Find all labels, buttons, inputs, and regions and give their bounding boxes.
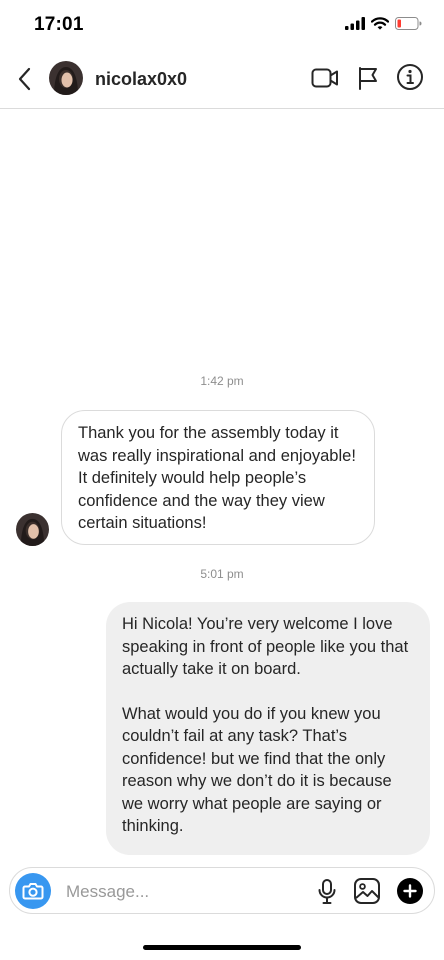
- microphone-icon[interactable]: [317, 878, 337, 906]
- info-icon[interactable]: [396, 63, 424, 91]
- battery-low-icon: [395, 17, 422, 30]
- message-timestamp: 1:42 pm: [200, 374, 244, 388]
- incoming-message-bubble[interactable]: Thank you for the assembly today it was …: [61, 410, 375, 545]
- status-icons: [345, 17, 422, 30]
- home-indicator: [143, 945, 301, 950]
- message-input[interactable]: [64, 876, 298, 908]
- camera-button[interactable]: [15, 873, 51, 909]
- status-bar: 17:01: [0, 0, 444, 50]
- message-text: Thank you for the assembly today it was …: [78, 424, 356, 532]
- message-text: What would you do if you knew you couldn…: [122, 704, 392, 836]
- outgoing-message-bubble[interactable]: Hi Nicola! You’re very welcome I love sp…: [106, 602, 430, 855]
- status-time: 17:01: [34, 14, 84, 35]
- message-timestamp: 5:01 pm: [200, 567, 244, 581]
- message-text: Hi Nicola! You’re very welcome I love sp…: [122, 615, 409, 678]
- video-call-icon[interactable]: [311, 65, 339, 91]
- wifi-icon: [371, 17, 389, 30]
- chat-header: nicolax0x0: [0, 50, 444, 109]
- avatar[interactable]: [49, 61, 83, 95]
- message-composer: [9, 867, 435, 914]
- add-icon[interactable]: [397, 878, 423, 904]
- signal-icon: [345, 17, 365, 30]
- sender-avatar[interactable]: [16, 513, 49, 546]
- gallery-icon[interactable]: [353, 877, 381, 905]
- chat-username[interactable]: nicolax0x0: [95, 69, 187, 90]
- flag-icon[interactable]: [356, 65, 380, 91]
- camera-icon: [22, 883, 44, 900]
- back-chevron-icon[interactable]: [14, 64, 36, 94]
